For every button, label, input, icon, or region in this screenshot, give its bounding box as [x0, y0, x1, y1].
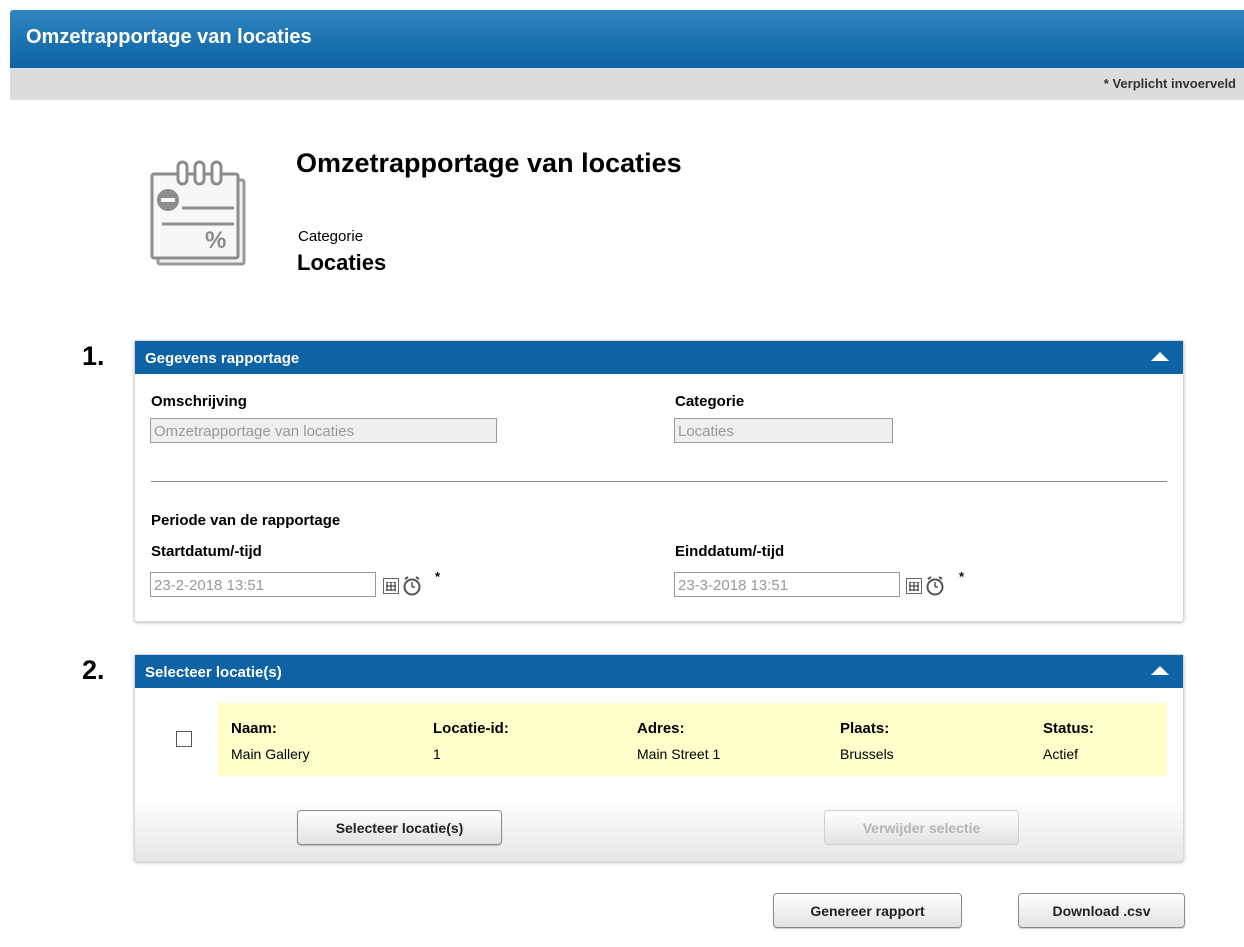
category-field: Locaties	[674, 418, 893, 443]
column-header-address: Adres:	[637, 720, 685, 737]
select-locations-panel: Selecteer locatie(s) Naam: Locatie-id: A…	[134, 654, 1184, 862]
column-header-city: Plaats:	[840, 720, 890, 737]
column-header-name: Naam:	[231, 720, 277, 737]
clock-icon[interactable]	[925, 576, 945, 596]
calendar-icon[interactable]	[383, 578, 399, 594]
description-field: Omzetrapportage van locaties	[150, 418, 497, 443]
step-number-1: 1.	[82, 341, 105, 371]
window-title: Omzetrapportage van locaties	[10, 10, 1244, 68]
location-status: Actief	[1043, 746, 1079, 762]
generate-report-button[interactable]: Genereer rapport	[773, 893, 962, 928]
collapse-caret-icon[interactable]	[1151, 666, 1169, 675]
start-datetime-label: Startdatum/-tijd	[151, 543, 262, 560]
start-datetime-input[interactable]: 23-2-2018 13:51	[150, 572, 376, 597]
category-value: Locaties	[297, 250, 387, 275]
location-name: Main Gallery	[231, 746, 310, 762]
panel-footer	[135, 799, 1183, 861]
step-number-2: 2.	[82, 655, 105, 685]
report-title: Omzetrapportage van locaties	[296, 148, 682, 178]
location-row[interactable]: Naam: Locatie-id: Adres: Plaats: Status:…	[217, 703, 1167, 776]
column-header-location-id: Locatie-id:	[433, 720, 509, 737]
clock-icon[interactable]	[402, 576, 422, 596]
report-percent-icon: %	[150, 160, 246, 266]
end-datetime-label: Einddatum/-tijd	[675, 543, 785, 560]
report-details-panel: Gegevens rapportage Omschrijving Omzetra…	[134, 340, 1184, 622]
required-mark: *	[959, 569, 965, 584]
section-divider	[151, 481, 1167, 482]
category-label: Categorie	[298, 228, 364, 245]
location-select-checkbox[interactable]	[176, 731, 192, 747]
collapse-caret-icon[interactable]	[1151, 352, 1169, 361]
panel-title: Gegevens rapportage	[145, 350, 300, 367]
location-city: Brussels	[840, 746, 894, 762]
remove-selection-button[interactable]: Verwijder selectie	[824, 810, 1019, 845]
period-label: Periode van de rapportage	[151, 512, 341, 529]
description-label: Omschrijving	[151, 393, 247, 410]
panel-title: Selecteer locatie(s)	[145, 664, 282, 681]
report-page: Omzetrapportage van locaties * Verplicht…	[0, 0, 1244, 947]
download-csv-button[interactable]: Download .csv	[1018, 893, 1185, 928]
category-field-label: Categorie	[675, 393, 745, 410]
location-id: 1	[433, 746, 441, 762]
required-mark: *	[435, 569, 441, 584]
end-datetime-input[interactable]: 23-3-2018 13:51	[674, 572, 900, 597]
calendar-icon[interactable]	[906, 578, 922, 594]
panel-header-report-details[interactable]: Gegevens rapportage	[135, 341, 1183, 374]
column-header-status: Status:	[1043, 720, 1094, 737]
select-locations-button[interactable]: Selecteer locatie(s)	[297, 810, 502, 845]
panel-header-select-locations[interactable]: Selecteer locatie(s)	[135, 655, 1183, 688]
svg-text:%: %	[205, 227, 226, 254]
location-address: Main Street 1	[637, 746, 721, 762]
required-field-note: * Verplicht invoerveld	[10, 68, 1244, 100]
